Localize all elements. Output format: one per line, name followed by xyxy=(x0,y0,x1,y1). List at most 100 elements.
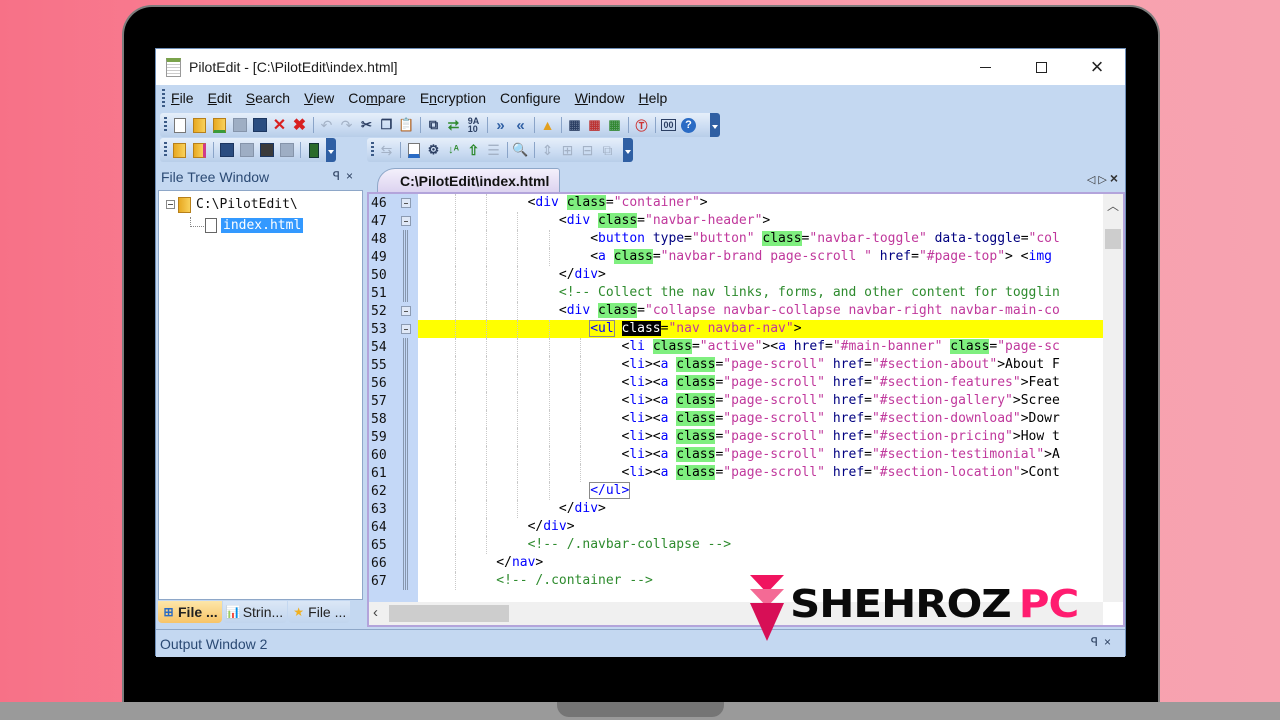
tab-file-tree[interactable]: ⊞ File ... xyxy=(158,601,222,623)
cut-button[interactable]: ✂ xyxy=(357,116,376,134)
compare-button[interactable]: Ⓣ xyxy=(632,116,651,134)
toolbar-grip[interactable] xyxy=(164,117,167,133)
settings-button[interactable] xyxy=(404,141,423,159)
tab-prev-icon[interactable]: ◁ xyxy=(1087,174,1098,186)
open-remote-button[interactable] xyxy=(210,116,229,134)
tab-string[interactable]: 📊 Strin... xyxy=(222,601,288,623)
scroll-left-icon[interactable]: ‹ xyxy=(373,604,378,621)
collapse-toggle-icon[interactable] xyxy=(166,200,175,209)
sort-button[interactable]: ↓ᴬ xyxy=(444,141,463,159)
fold-toggle-icon[interactable] xyxy=(401,216,411,226)
tree-root[interactable]: C:\PilotEdit\ xyxy=(159,194,362,215)
bookmark-button[interactable]: ▲ xyxy=(538,116,557,134)
add-button[interactable]: ⊞ xyxy=(558,141,577,159)
undo-button[interactable]: ↶ xyxy=(317,116,336,134)
code-line[interactable]: <li><a class="page-scroll" href="#sectio… xyxy=(418,356,1103,374)
code-line[interactable]: <li><a class="page-scroll" href="#sectio… xyxy=(418,464,1103,482)
fold-toggle-icon[interactable] xyxy=(401,306,411,316)
open-encrypted-button[interactable] xyxy=(170,141,189,159)
expand-button[interactable]: ⇕ xyxy=(538,141,557,159)
toolbar-grip[interactable] xyxy=(164,142,167,158)
menu-encryption[interactable]: Encryption xyxy=(420,90,486,106)
lock-button[interactable] xyxy=(304,141,323,159)
close-file-button[interactable]: ✕ xyxy=(270,116,289,134)
fold-toggle-icon[interactable] xyxy=(401,198,411,208)
toolbar-overflow-button[interactable] xyxy=(710,113,720,137)
menu-compare[interactable]: Compare xyxy=(348,90,406,106)
tab-close-icon[interactable]: × xyxy=(1110,170,1121,186)
code-line[interactable]: <ul class="nav navbar-nav"> xyxy=(418,320,1103,338)
indent-button[interactable]: » xyxy=(491,116,510,134)
code-line[interactable]: </div> xyxy=(418,518,1103,536)
code-line[interactable]: <!-- Collect the nav links, forms, and o… xyxy=(418,284,1103,302)
find-prev-button[interactable]: ▦ xyxy=(585,116,604,134)
code-line[interactable]: <button type="button" class="navbar-togg… xyxy=(418,230,1103,248)
new-file-button[interactable] xyxy=(170,116,189,134)
menu-configure[interactable]: Configure xyxy=(500,90,561,106)
save-as-button[interactable] xyxy=(250,116,269,134)
open-file-button[interactable] xyxy=(190,116,209,134)
code-line[interactable]: <a class="navbar-brand page-scroll " hre… xyxy=(418,248,1103,266)
menu-view[interactable]: View xyxy=(304,90,334,106)
macro-button[interactable]: ⇆ xyxy=(377,141,396,159)
collapse-button[interactable]: ⧉ xyxy=(598,141,617,159)
code-line[interactable]: <div class="container"> xyxy=(418,194,1103,212)
save-encrypted-disabled-button[interactable] xyxy=(237,141,256,159)
minimize-button[interactable] xyxy=(957,49,1013,85)
code-line[interactable]: <div class="navbar-header"> xyxy=(418,212,1103,230)
editor-tab-index-html[interactable]: C:\PilotEdit\index.html xyxy=(377,168,561,192)
move-up-button[interactable]: ⇧ xyxy=(464,141,483,159)
fold-toggle-icon[interactable] xyxy=(401,324,411,334)
paste-button[interactable]: 📋 xyxy=(397,116,416,134)
tab-favorite-files[interactable]: ★ File ... xyxy=(288,601,351,623)
code-area[interactable]: <div class="container"> <div class="navb… xyxy=(418,194,1103,602)
unindent-button[interactable]: « xyxy=(511,116,530,134)
maximize-button[interactable] xyxy=(1013,49,1069,85)
redo-button[interactable]: ↷ xyxy=(337,116,356,134)
select-button[interactable]: ⧉ xyxy=(424,116,443,134)
hex-mode-button[interactable]: 00 xyxy=(659,116,678,134)
menu-help[interactable]: Help xyxy=(639,90,668,106)
code-line[interactable]: <li><a class="page-scroll" href="#sectio… xyxy=(418,410,1103,428)
menu-search[interactable]: Search xyxy=(246,90,290,106)
code-line[interactable]: <li><a class="page-scroll" href="#sectio… xyxy=(418,374,1103,392)
code-line[interactable]: <li><a class="page-scroll" href="#sectio… xyxy=(418,428,1103,446)
close-panel-icon[interactable]: × xyxy=(346,169,359,183)
code-line[interactable]: </div> xyxy=(418,266,1103,284)
code-line[interactable]: </div> xyxy=(418,500,1103,518)
tree-item[interactable]: index.html xyxy=(159,215,362,236)
open-remote-encrypted-button[interactable] xyxy=(190,141,209,159)
toolbar-overflow-button[interactable] xyxy=(623,138,633,162)
code-line[interactable]: <li><a class="page-scroll" href="#sectio… xyxy=(418,392,1103,410)
save-as-encrypted-disabled-button[interactable] xyxy=(277,141,296,159)
help-button[interactable]: ? xyxy=(679,116,698,134)
copy-button[interactable]: ❐ xyxy=(377,116,396,134)
horizontal-scroll-thumb[interactable] xyxy=(389,605,509,622)
menu-file[interactable]: File xyxy=(171,90,194,106)
toolbar-overflow-button[interactable] xyxy=(326,138,336,162)
code-line[interactable]: <!-- /.navbar-collapse --> xyxy=(418,536,1103,554)
code-line[interactable]: <li class="active"><a href="#main-banner… xyxy=(418,338,1103,356)
vertical-scrollbar[interactable]: ︿ xyxy=(1103,194,1123,602)
code-line[interactable]: </nav> xyxy=(418,554,1103,572)
pin-icon[interactable]: ꟼ xyxy=(333,169,346,183)
save-button[interactable] xyxy=(230,116,249,134)
menu-window[interactable]: Window xyxy=(575,90,625,106)
code-line[interactable]: <li><a class="page-scroll" href="#sectio… xyxy=(418,446,1103,464)
toolbar-grip[interactable] xyxy=(371,142,374,158)
close-button[interactable]: × xyxy=(1069,49,1125,85)
close-all-button[interactable]: ✖ xyxy=(290,116,309,134)
hex-button[interactable]: 9A 10 xyxy=(464,116,483,134)
save-encrypted-button[interactable] xyxy=(217,141,236,159)
code-line[interactable]: <div class="collapse navbar-collapse nav… xyxy=(418,302,1103,320)
gear-button[interactable]: ⚙ xyxy=(424,141,443,159)
find-next-button[interactable]: ▦ xyxy=(605,116,624,134)
save-as-encrypted-button[interactable] xyxy=(257,141,276,159)
find-in-files-button[interactable]: ▦ xyxy=(565,116,584,134)
code-line[interactable]: </ul> xyxy=(418,482,1103,500)
menu-edit[interactable]: Edit xyxy=(208,90,232,106)
menubar-grip[interactable] xyxy=(162,89,165,107)
vertical-scroll-thumb[interactable] xyxy=(1105,229,1121,249)
find-doc-button[interactable]: 🔍 xyxy=(511,141,530,159)
replace-button[interactable]: ⮂ xyxy=(444,116,463,134)
